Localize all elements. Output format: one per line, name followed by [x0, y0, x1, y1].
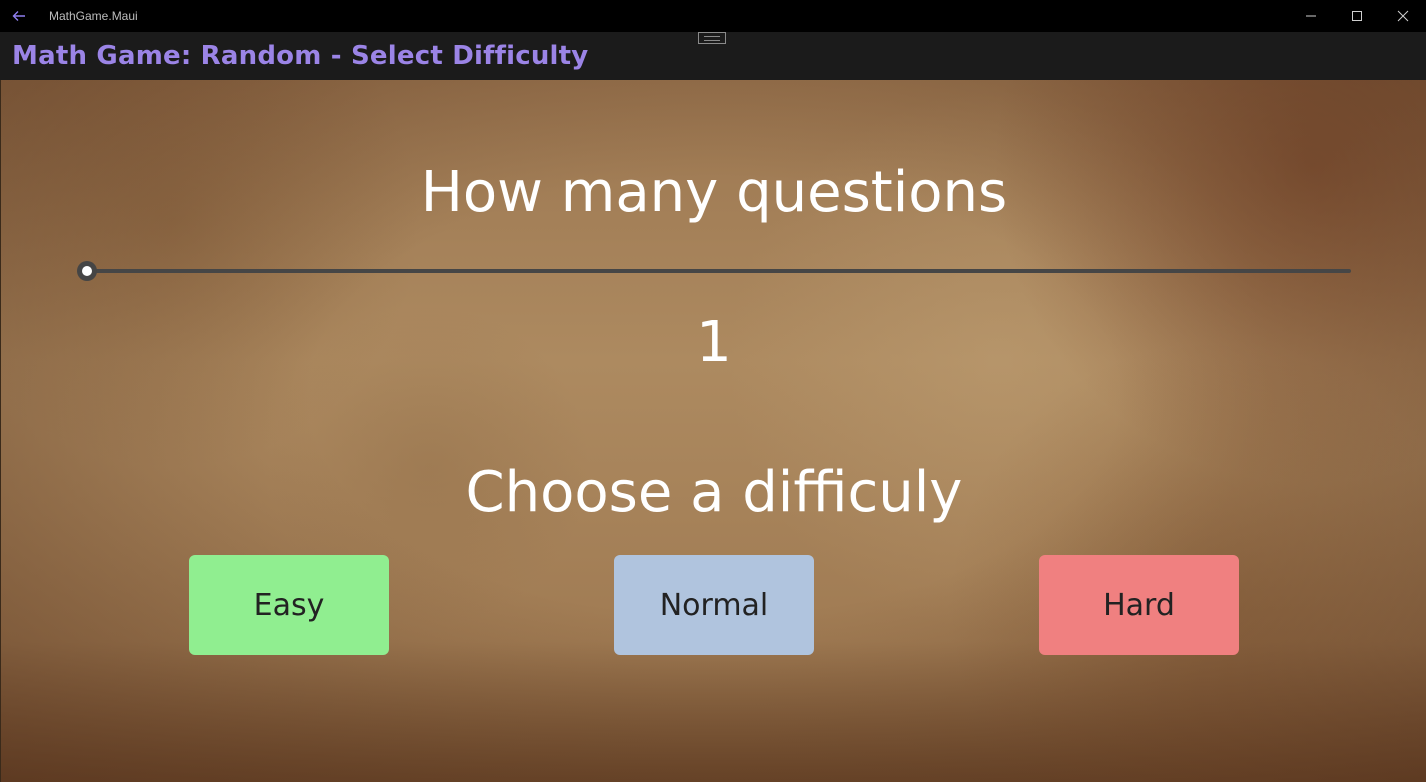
minimize-icon — [1306, 15, 1316, 17]
navigation-header: Math Game: Random - Select Difficulty — [0, 32, 1426, 80]
question-count-slider[interactable] — [77, 258, 1353, 282]
minimize-button[interactable] — [1288, 0, 1334, 32]
hard-button[interactable]: Hard — [1039, 555, 1239, 655]
normal-button[interactable]: Normal — [614, 555, 814, 655]
question-count-value: 1 — [696, 310, 732, 375]
back-arrow-icon — [12, 11, 25, 21]
maximize-icon — [1352, 11, 1362, 21]
maximize-button[interactable] — [1334, 0, 1380, 32]
questions-heading: How many questions — [420, 160, 1008, 225]
slider-track[interactable] — [86, 269, 1351, 273]
page-title: Math Game: Random - Select Difficulty — [12, 41, 589, 71]
back-button[interactable] — [4, 0, 34, 32]
difficulty-heading: Choose a difficuly — [465, 460, 963, 525]
drag-handle-icon[interactable] — [698, 32, 726, 44]
close-button[interactable] — [1380, 0, 1426, 32]
app-title: MathGame.Maui — [49, 9, 138, 23]
page-content: How many questions 1 Choose a difficuly … — [0, 80, 1426, 782]
easy-button[interactable]: Easy — [189, 555, 389, 655]
title-bar: MathGame.Maui — [0, 0, 1426, 32]
app-window: MathGame.Maui Math Game: Random - Select… — [0, 0, 1426, 782]
close-icon — [1397, 10, 1409, 22]
slider-thumb[interactable] — [77, 261, 97, 281]
